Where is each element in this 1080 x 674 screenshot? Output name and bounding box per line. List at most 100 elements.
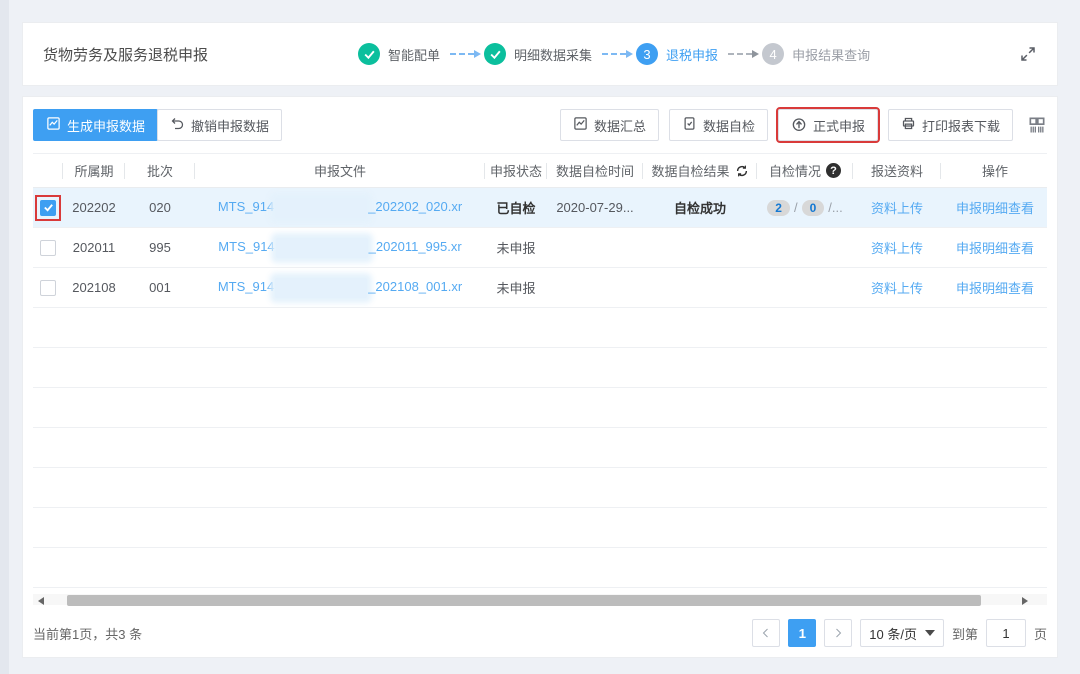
cell-check-detail: 2 / 0 /...	[757, 188, 853, 228]
check-circle-icon	[358, 43, 380, 65]
page-size-select[interactable]: 10 条/页	[860, 619, 944, 647]
refresh-icon[interactable]	[735, 164, 749, 178]
page-1-button[interactable]: 1	[788, 619, 816, 647]
chart-icon	[46, 116, 61, 134]
goto-page-input[interactable]	[986, 619, 1026, 647]
cell-batch: 020	[125, 188, 195, 228]
detail-view-link[interactable]: 申报明细查看	[956, 201, 1034, 216]
table-row[interactable]: 202011 995 MTS_914_202011_995.xr 未申报 资料上…	[33, 228, 1047, 268]
cell-batch: 995	[125, 228, 195, 268]
data-selfcheck-button[interactable]: 数据自检	[669, 109, 768, 141]
header-period: 所属期	[63, 154, 125, 188]
table-row[interactable]: 202202 020 MTS_914_202202_020.xr 已自检 202…	[33, 188, 1047, 228]
scrollbar-thumb[interactable]	[67, 595, 981, 606]
declaration-file-link[interactable]: MTS_914_202202_020.xr	[218, 199, 462, 214]
cell-period: 202011	[63, 228, 125, 268]
chart-icon	[573, 116, 588, 134]
header-check-detail: 自检情况	[757, 154, 853, 188]
empty-table-row	[33, 308, 1047, 348]
upload-link[interactable]: 资料上传	[871, 281, 923, 296]
empty-table-row	[33, 508, 1047, 548]
table-wrap: 所属期 批次 申报文件 申报状态 数据自检时间 数据自检结果	[33, 153, 1047, 590]
print-report-button[interactable]: 打印报表下载	[888, 109, 1013, 141]
cell-period: 202202	[63, 188, 125, 228]
generate-declaration-button[interactable]: 生成申报数据	[33, 109, 158, 141]
row-checkbox[interactable]	[40, 200, 56, 216]
next-page-button[interactable]	[824, 619, 852, 647]
empty-table-row	[33, 548, 1047, 588]
declaration-file-link[interactable]: MTS_914_202108_001.xr	[218, 279, 462, 294]
check-circle-icon	[484, 43, 506, 65]
horizontal-scrollbar[interactable]	[33, 594, 1047, 605]
help-icon[interactable]	[826, 163, 841, 178]
cell-status: 已自检	[485, 188, 547, 228]
step-connector-icon	[450, 53, 474, 55]
step-1: 智能配单	[358, 43, 440, 65]
goto-page-label: 到第	[952, 624, 978, 643]
redaction-blur	[275, 278, 367, 298]
undo-icon	[170, 116, 185, 134]
cell-check-time: 2020-07-29...	[547, 188, 643, 228]
scroll-right-icon[interactable]	[1017, 594, 1033, 607]
header-upload: 报送资料	[853, 154, 941, 188]
data-summary-button[interactable]: 数据汇总	[560, 109, 659, 141]
cell-check-time	[547, 228, 643, 268]
detail-view-link[interactable]: 申报明细查看	[956, 241, 1034, 256]
row-checkbox[interactable]	[40, 280, 56, 296]
scroll-left-icon[interactable]	[33, 594, 49, 607]
upload-link[interactable]: 资料上传	[871, 201, 923, 216]
header-checkbox-col	[33, 154, 63, 188]
checkbox-annotation	[37, 277, 59, 299]
step-label: 申报结果查询	[792, 45, 870, 64]
header-check-result: 数据自检结果	[643, 154, 757, 188]
header-card: 货物劳务及服务退税申报 智能配单 明细数据采集 3 退税申报 4 申报结果查询	[22, 22, 1058, 86]
page-left-edge	[0, 0, 9, 674]
table-row[interactable]: 202108 001 MTS_914_202108_001.xr 未申报 资料上…	[33, 268, 1047, 308]
cell-check-detail	[757, 268, 853, 308]
empty-table-row	[33, 388, 1047, 428]
empty-table-row	[33, 348, 1047, 388]
step-3: 3 退税申报	[636, 43, 718, 65]
cell-status: 未申报	[485, 228, 547, 268]
chevron-down-icon	[925, 630, 935, 636]
page-summary: 当前第1页，共3 条	[33, 624, 142, 643]
cell-check-result: 自检成功	[643, 188, 757, 228]
table-footer: 当前第1页，共3 条 1 10 条/页 到第 页	[33, 619, 1047, 647]
table-body: 202202 020 MTS_914_202202_020.xr 已自检 202…	[33, 188, 1047, 588]
cell-file: MTS_914_202011_995.xr	[195, 228, 485, 268]
cell-file: MTS_914_202202_020.xr	[195, 188, 485, 228]
step-2: 明细数据采集	[484, 43, 592, 65]
header-status: 申报状态	[485, 154, 547, 188]
cell-check-detail	[757, 228, 853, 268]
declaration-file-link[interactable]: MTS_914_202011_995.xr	[218, 239, 461, 254]
step-number-badge: 3	[636, 43, 658, 65]
document-check-icon	[682, 116, 697, 134]
printer-icon	[901, 116, 916, 134]
cell-check-result	[643, 228, 757, 268]
upload-link[interactable]: 资料上传	[871, 241, 923, 256]
fullscreen-icon[interactable]	[1019, 45, 1037, 63]
formal-submit-button[interactable]: 正式申报	[778, 109, 878, 141]
column-settings-icon[interactable]	[1027, 115, 1047, 135]
self-check-counts[interactable]: 2 / 0 /...	[767, 200, 842, 216]
revoke-declaration-button[interactable]: 撤销申报数据	[157, 109, 282, 141]
declaration-table: 所属期 批次 申报文件 申报状态 数据自检时间 数据自检结果	[33, 153, 1047, 588]
header-file: 申报文件	[195, 154, 485, 188]
step-4: 4 申报结果查询	[762, 43, 870, 65]
step-label: 智能配单	[388, 45, 440, 64]
main-card: 生成申报数据 撤销申报数据 数据汇总 数据自检	[22, 96, 1058, 658]
empty-table-row	[33, 468, 1047, 508]
header-check-time: 数据自检时间	[547, 154, 643, 188]
upload-icon	[791, 116, 807, 135]
row-checkbox[interactable]	[40, 240, 56, 256]
pagination: 1 10 条/页 到第 页	[752, 619, 1047, 647]
table-header-row: 所属期 批次 申报文件 申报状态 数据自检时间 数据自检结果	[33, 154, 1047, 188]
checkbox-annotation	[35, 195, 61, 221]
step-label: 明细数据采集	[514, 45, 592, 64]
redaction-blur	[275, 198, 367, 218]
detail-view-link[interactable]: 申报明细查看	[956, 281, 1034, 296]
progress-steps: 智能配单 明细数据采集 3 退税申报 4 申报结果查询	[358, 43, 870, 65]
step-connector-icon	[602, 53, 626, 55]
cell-check-result	[643, 268, 757, 308]
prev-page-button[interactable]	[752, 619, 780, 647]
